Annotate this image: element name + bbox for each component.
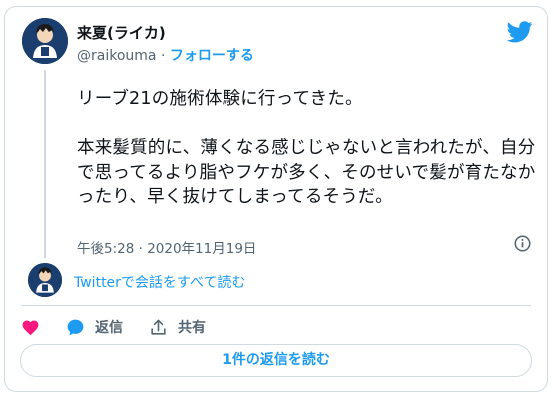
reply-button[interactable]: 返信	[66, 317, 123, 337]
conversation-avatar[interactable]	[28, 263, 62, 297]
twitter-bird-icon[interactable]	[507, 21, 533, 43]
like-button[interactable]	[21, 318, 40, 337]
avatar-image	[28, 263, 62, 297]
handle-row: @raikouma · フォローする	[77, 45, 254, 65]
share-label: 共有	[178, 320, 206, 336]
avatar[interactable]	[22, 18, 68, 64]
avatar-image	[22, 18, 68, 64]
thread-line	[44, 70, 46, 258]
action-bar: 返信 共有	[21, 313, 232, 341]
share-button[interactable]: 共有	[149, 317, 206, 337]
display-name[interactable]: 来夏(ライカ)	[77, 22, 166, 43]
share-icon	[151, 319, 166, 335]
tweet-text: リーブ21の施術体験に行ってきた。 本来髪質的に、薄くなる感じじゃないと言われた…	[77, 89, 536, 207]
read-conversation-link[interactable]: Twitterで会話をすべて読む	[74, 272, 245, 292]
tweet-timestamp[interactable]: 午後5:28 · 2020年11月19日	[77, 237, 256, 257]
user-handle[interactable]: @raikouma	[77, 48, 157, 64]
divider	[21, 305, 531, 306]
reply-label: 返信	[95, 320, 123, 336]
heart-icon	[22, 320, 39, 335]
read-replies-button[interactable]: 1件の返信を読む	[20, 344, 532, 377]
reply-bubble-icon	[67, 319, 84, 335]
tweet-card: 来夏(ライカ) @raikouma · フォローする リーブ21の施術体験に行っ…	[4, 6, 548, 392]
follow-button[interactable]: フォローする	[170, 48, 254, 64]
info-icon[interactable]	[514, 235, 531, 252]
separator: ·	[156, 48, 170, 64]
